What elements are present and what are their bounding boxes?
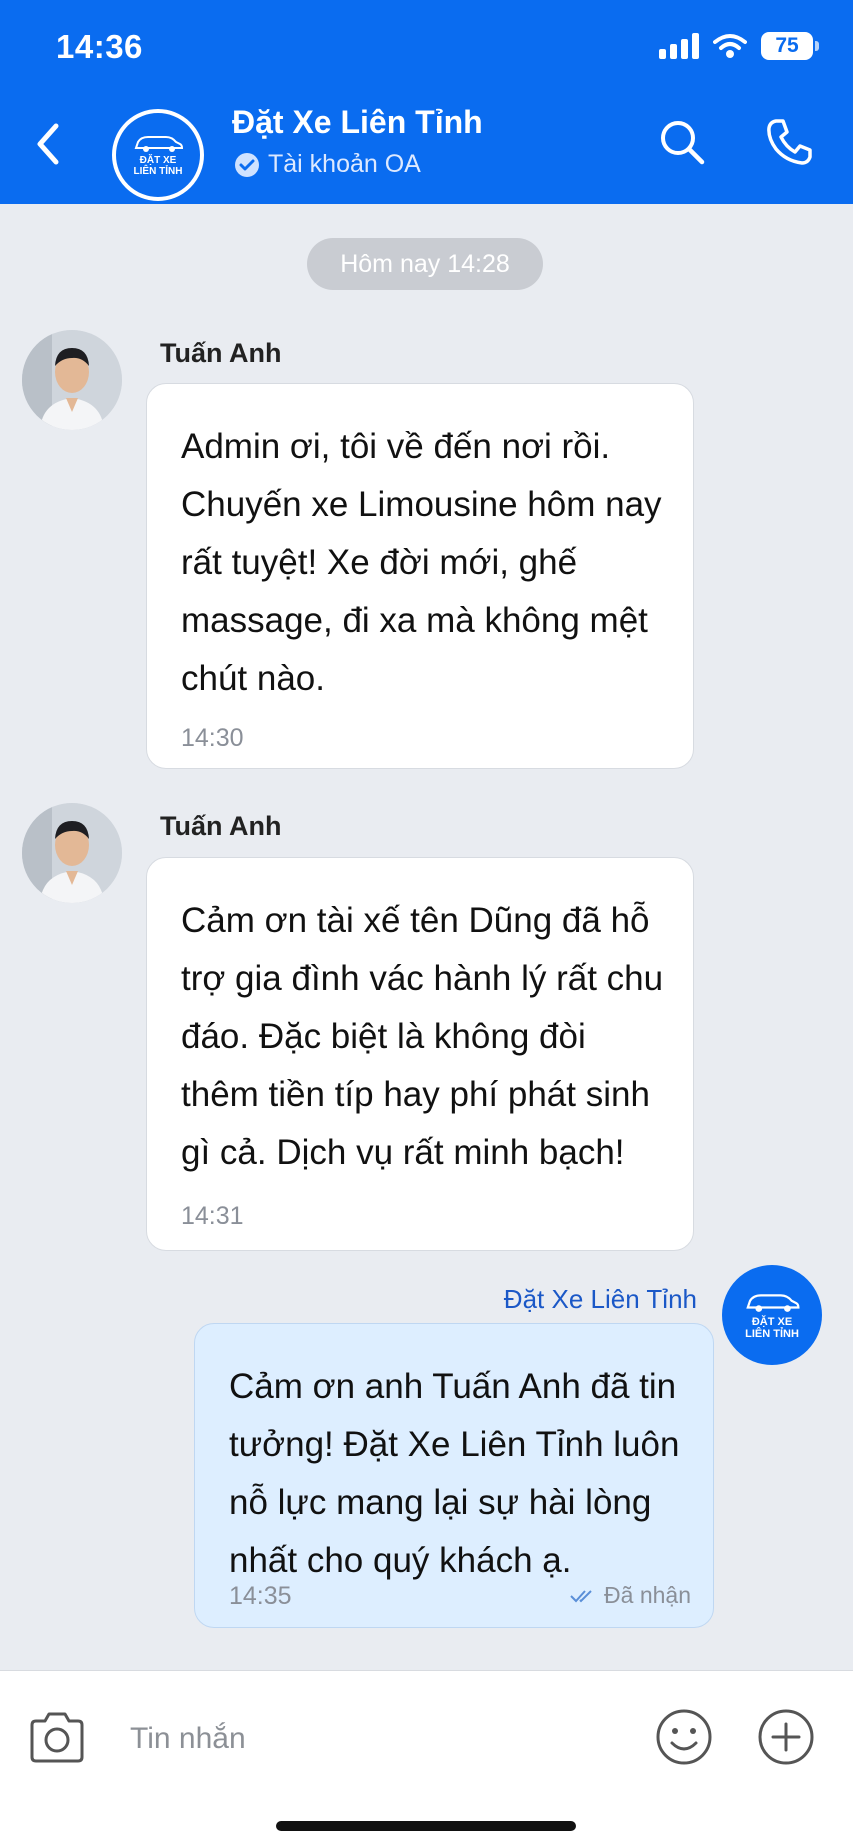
wifi-icon [713, 34, 747, 58]
status-icons: 75 [659, 30, 819, 62]
call-button[interactable] [764, 116, 814, 168]
message-time: 14:31 [181, 1202, 244, 1230]
chat-header: 14:36 75 ĐẶT XE LIÊN TỈNH Đặt Xe Liên Tỉ… [0, 0, 853, 204]
sender-avatar[interactable] [22, 803, 122, 903]
logo-text: ĐẶT XE LIÊN TỈNH [133, 155, 183, 177]
sender-avatar[interactable] [22, 330, 122, 430]
car-logo-icon [746, 1293, 800, 1312]
nav-bar: ĐẶT XE LIÊN TỈNH Đặt Xe Liên Tỉnh Tài kh… [0, 92, 853, 204]
delivery-status-label: Đã nhận [604, 1582, 691, 1608]
battery-icon: 75 [761, 32, 819, 60]
signal-icon [659, 33, 699, 59]
sender-name: Đặt Xe Liên Tỉnh [503, 1284, 697, 1314]
delivery-status: Đã nhận [570, 1582, 691, 1609]
person-avatar-icon [22, 330, 122, 430]
person-avatar-icon [22, 803, 122, 903]
message-text: Cảm ơn tài xế tên Dũng đã hỗ trợ gia đìn… [181, 901, 664, 1172]
oa-avatar[interactable]: ĐẶT XE LIÊN TỈNH [722, 1265, 822, 1365]
verified-icon [235, 152, 259, 177]
message-bubble[interactable]: Cảm ơn tài xế tên Dũng đã hỗ trợ gia đìn… [146, 857, 694, 1251]
date-separator: Hôm nay 14:28 [307, 238, 543, 290]
emoji-button[interactable] [654, 1707, 714, 1767]
logo-text: ĐẶT XE LIÊN TỈNH [745, 1315, 799, 1340]
double-check-icon [570, 1589, 592, 1602]
account-type: Tài khoản OA [234, 150, 421, 179]
plus-button[interactable] [756, 1707, 816, 1767]
home-indicator [276, 1821, 576, 1831]
composer-bar [0, 1670, 853, 1844]
camera-button[interactable] [26, 1709, 88, 1767]
message-text: Admin ơi, tôi về đến nơi rồi. Chuyến xe … [181, 427, 662, 698]
sender-name: Tuấn Anh [160, 338, 282, 368]
message-time: 14:30 [181, 724, 244, 752]
search-button[interactable] [656, 116, 708, 168]
account-type-label: Tài khoản OA [268, 150, 421, 178]
message-bubble-outgoing[interactable]: Cảm ơn anh Tuấn Anh đã tin tưởng! Đặt Xe… [194, 1323, 714, 1628]
message-time: 14:35 [229, 1582, 292, 1610]
message-input[interactable] [130, 1707, 630, 1771]
chat-title[interactable]: Đặt Xe Liên Tỉnh [232, 104, 483, 141]
message-text: Cảm ơn anh Tuấn Anh đã tin tưởng! Đặt Xe… [229, 1367, 680, 1580]
status-bar: 14:36 75 [0, 0, 853, 92]
car-logo-icon [134, 136, 184, 152]
status-time: 14:36 [56, 28, 143, 65]
sender-name: Tuấn Anh [160, 811, 282, 841]
message-bubble[interactable]: Admin ơi, tôi về đến nơi rồi. Chuyến xe … [146, 383, 694, 769]
back-button[interactable] [28, 116, 68, 172]
oa-avatar[interactable]: ĐẶT XE LIÊN TỈNH [112, 109, 204, 201]
